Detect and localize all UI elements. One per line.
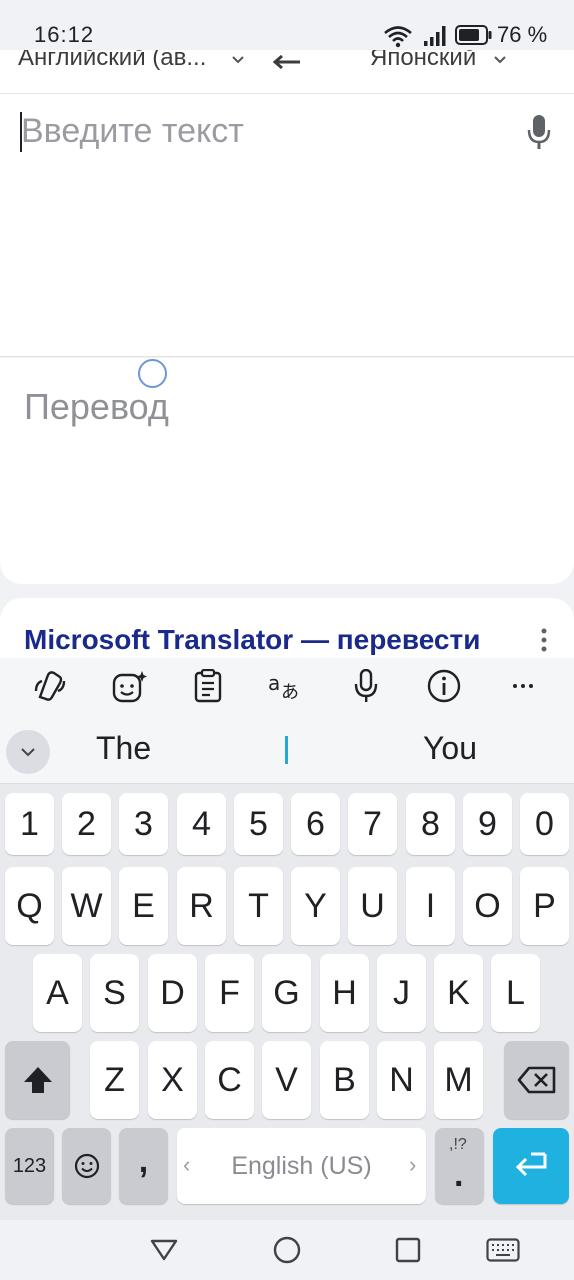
key-r[interactable]: R: [177, 867, 226, 945]
translation-area: Перевод: [0, 358, 574, 584]
keyboard-switch-icon[interactable]: [483, 1232, 523, 1268]
key-k[interactable]: K: [434, 954, 483, 1032]
key-8[interactable]: 8: [406, 793, 455, 855]
chevron-down-icon: [21, 747, 35, 756]
chevron-down-icon: [232, 56, 244, 64]
space-key[interactable]: ‹ English (US) ›: [177, 1128, 426, 1204]
translation-placeholder: Перевод: [24, 386, 169, 427]
suggestion-1[interactable]: The: [96, 730, 151, 767]
svg-text:あ: あ: [281, 682, 299, 702]
suggestion-bar: The You: [0, 714, 574, 784]
key-d[interactable]: D: [148, 954, 197, 1032]
keyboard-toolbar: aあ: [0, 658, 574, 714]
key-w[interactable]: W: [62, 867, 111, 945]
svg-text:a: a: [268, 671, 280, 695]
key-p[interactable]: P: [520, 867, 569, 945]
key-t[interactable]: T: [234, 867, 283, 945]
emoji-icon: [74, 1153, 99, 1179]
sticker-icon[interactable]: [108, 664, 152, 708]
kebab-menu-icon[interactable]: [541, 628, 547, 652]
key-9[interactable]: 9: [463, 793, 512, 855]
key-3[interactable]: 3: [119, 793, 168, 855]
key-v[interactable]: V: [262, 1041, 311, 1119]
key-c[interactable]: C: [205, 1041, 254, 1119]
key-1[interactable]: 1: [5, 793, 54, 855]
enter-key[interactable]: [493, 1128, 569, 1204]
chevron-down-icon: [494, 56, 506, 64]
swap-languages-icon[interactable]: [272, 52, 302, 70]
period-label: .: [454, 1156, 464, 1194]
home-nav-icon[interactable]: [269, 1232, 305, 1268]
enter-icon: [515, 1152, 547, 1177]
input-placeholder: Введите текст: [21, 112, 244, 150]
copilot-icon[interactable]: [28, 664, 72, 708]
punctuation-key[interactable]: ,!? .: [435, 1128, 484, 1204]
key-g[interactable]: G: [262, 954, 311, 1032]
key-z[interactable]: Z: [90, 1041, 139, 1119]
key-h[interactable]: H: [320, 954, 369, 1032]
key-m[interactable]: M: [434, 1041, 483, 1119]
key-4[interactable]: 4: [177, 793, 226, 855]
language-bar: Английский (ав... Японский: [0, 46, 574, 94]
recents-nav-icon[interactable]: [390, 1232, 426, 1268]
key-q[interactable]: Q: [5, 867, 54, 945]
voice-input-icon[interactable]: [344, 664, 388, 708]
key-o[interactable]: O: [463, 867, 512, 945]
space-right-arrow: ›: [409, 1152, 417, 1177]
key-b[interactable]: B: [320, 1041, 369, 1119]
numbers-key[interactable]: 123: [5, 1128, 54, 1204]
source-text-area[interactable]: Введите текст: [0, 94, 574, 357]
shift-icon: [23, 1067, 52, 1093]
backspace-key[interactable]: [504, 1041, 569, 1119]
result-title-link[interactable]: Microsoft Translator — перевести: [24, 624, 480, 656]
suggestion-2[interactable]: [285, 736, 288, 764]
key-j[interactable]: J: [377, 954, 426, 1032]
key-6[interactable]: 6: [291, 793, 340, 855]
status-time-overlay: 16:12: [34, 22, 95, 47]
emoji-key[interactable]: [62, 1128, 111, 1204]
text-cursor: [20, 112, 22, 152]
collapse-toolbar-button[interactable]: [6, 730, 50, 774]
signal-icon: [424, 26, 446, 46]
punctuation-hint: ,!?: [449, 1136, 467, 1153]
key-2[interactable]: 2: [62, 793, 111, 855]
key-0[interactable]: 0: [520, 793, 569, 855]
suggestion-3[interactable]: You: [423, 730, 477, 767]
battery-percent-overlay: 76 %: [497, 22, 548, 47]
key-5[interactable]: 5: [234, 793, 283, 855]
battery-icon: [455, 25, 492, 45]
key-n[interactable]: N: [377, 1041, 426, 1119]
mic-icon[interactable]: [527, 114, 551, 150]
key-l[interactable]: L: [491, 954, 540, 1032]
key-u[interactable]: U: [348, 867, 397, 945]
key-f[interactable]: F: [205, 954, 254, 1032]
backspace-icon: [517, 1066, 555, 1094]
key-a[interactable]: A: [33, 954, 82, 1032]
loading-spinner: [138, 359, 167, 388]
back-nav-icon[interactable]: [146, 1232, 182, 1268]
info-icon[interactable]: [422, 664, 466, 708]
key-y[interactable]: Y: [291, 867, 340, 945]
key-x[interactable]: X: [148, 1041, 197, 1119]
keyboard: aあ The You 1 2 3 4 5 6 7 8 9 0 Q W E R T…: [0, 658, 574, 1220]
shift-key[interactable]: [5, 1041, 70, 1119]
search-result-card[interactable]: Microsoft Translator — перевести: [0, 598, 574, 658]
clipboard-icon[interactable]: [186, 664, 230, 708]
comma-key[interactable]: ,: [119, 1128, 168, 1204]
space-left-arrow: ‹: [183, 1152, 191, 1177]
navigation-bar: [0, 1220, 574, 1280]
wifi-icon: [384, 26, 412, 48]
space-language-label: English (US): [231, 1151, 372, 1180]
key-7[interactable]: 7: [348, 793, 397, 855]
key-i[interactable]: I: [406, 867, 455, 945]
key-e[interactable]: E: [119, 867, 168, 945]
key-s[interactable]: S: [90, 954, 139, 1032]
more-icon[interactable]: [501, 664, 545, 708]
translate-icon[interactable]: aあ: [264, 664, 308, 708]
